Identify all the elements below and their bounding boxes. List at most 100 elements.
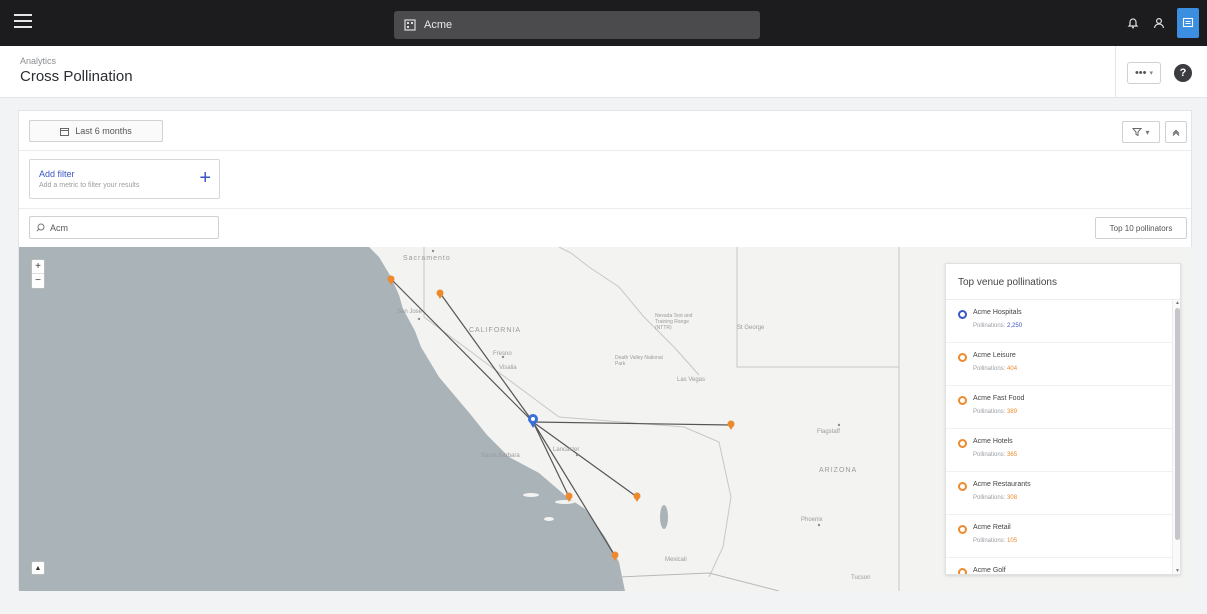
zoom-control: + −: [31, 259, 45, 289]
venue-name: Acme Golf: [973, 567, 1006, 574]
venue-item[interactable]: Acme Hotels Pollinations: 365: [946, 429, 1172, 472]
top-pollinators-button[interactable]: Top 10 pollinators: [1095, 217, 1187, 239]
map-label-arizona: ARIZONA: [819, 467, 858, 474]
venue-name: Acme Hospitals: [973, 309, 1022, 316]
zoom-out-button[interactable]: −: [32, 274, 44, 288]
filter-row: Add filter Add a metric to filter your r…: [19, 151, 1191, 209]
organization-selector[interactable]: Acme: [394, 11, 760, 39]
venue-ring-icon: [958, 310, 967, 319]
map-pin: [727, 420, 735, 430]
venue-item[interactable]: Acme Retail Pollinations: 105: [946, 515, 1172, 558]
menu-icon[interactable]: [14, 14, 32, 32]
map-label-fresno: Fresno: [493, 351, 512, 357]
panel-scrollbar[interactable]: ▲ ▼: [1172, 300, 1180, 574]
venue-stat-label: Pollinations:: [973, 538, 1006, 544]
more-label: •••: [1134, 67, 1147, 79]
venue-count: 308: [1007, 495, 1018, 501]
venue-ring-icon: [958, 482, 967, 491]
map-label-phoenix: Phoenix: [801, 517, 823, 523]
search-value: Acm: [50, 222, 68, 233]
venue-count: 105: [1007, 538, 1018, 544]
plus-icon: +: [199, 167, 211, 189]
venue-ring-icon: [958, 568, 967, 574]
salton-lake: [660, 505, 668, 529]
date-toolbar: Last 6 months ▾: [19, 111, 1191, 151]
calendar-icon: [60, 127, 70, 136]
header-divider: [1115, 46, 1116, 98]
date-range-button[interactable]: Last 6 months: [29, 120, 163, 142]
venue-item[interactable]: Acme Hospitals Pollinations: 2,250: [946, 300, 1172, 343]
venue-count: 2,250: [1007, 323, 1023, 329]
island: [523, 493, 539, 497]
map-label-death-valley: Death Valley National Park: [615, 355, 663, 367]
venue-item[interactable]: Acme Golf: [946, 558, 1172, 574]
island: [544, 517, 554, 521]
venue-item[interactable]: Acme Leisure Pollinations: 404: [946, 343, 1172, 386]
map-label-sacramento: Sacramento: [403, 255, 451, 262]
venue-item[interactable]: Acme Fast Food Pollinations: 389: [946, 386, 1172, 429]
filter-icon: [1132, 128, 1143, 137]
map-pin: [436, 289, 444, 299]
venue-item[interactable]: Acme Restaurants Pollinations: 308: [946, 472, 1172, 515]
top-venues-panel: Top venue pollinations Acme Hospitals Po…: [945, 263, 1181, 575]
search-icon: [36, 223, 45, 232]
map-label-flagstaff: Flagstaff: [817, 429, 840, 435]
page-header: Analytics Cross Pollination ••• ▾ ?: [0, 46, 1207, 98]
venue-stat-label: Pollinations:: [973, 409, 1006, 415]
user-icon[interactable]: [1151, 15, 1167, 31]
help-icon[interactable]: ?: [1174, 64, 1192, 82]
map-label-tucson: Tucson: [851, 575, 871, 581]
map-pin: [633, 492, 641, 502]
state-border: [618, 572, 780, 591]
organization-name: Acme: [424, 19, 453, 31]
venue-stat-label: Pollinations:: [973, 323, 1006, 329]
zoom-in-button[interactable]: +: [32, 260, 44, 274]
venue-name: Acme Leisure: [973, 352, 1016, 359]
venue-stat-label: Pollinations:: [973, 366, 1006, 372]
map-label-san-jose: San Jose: [397, 309, 423, 315]
hub-pin: [528, 414, 538, 428]
filter-toggle-button[interactable]: ▾: [1122, 121, 1160, 143]
map-label-lancaster: Lancaster: [553, 447, 580, 453]
breadcrumb[interactable]: Analytics: [20, 56, 56, 66]
state-border: [736, 247, 899, 368]
scroll-down-icon[interactable]: ▼: [1175, 568, 1180, 574]
chat-icon[interactable]: [1177, 8, 1199, 38]
bell-icon[interactable]: [1125, 15, 1141, 31]
chevron-up-icon: [1172, 129, 1180, 136]
venue-stat-label: Pollinations:: [973, 452, 1006, 458]
venue-list: Acme Hospitals Pollinations: 2,250 Acme …: [946, 300, 1172, 574]
page-title: Cross Pollination: [20, 68, 133, 85]
locate-icon[interactable]: ▲: [31, 561, 45, 575]
date-range-label: Last 6 months: [75, 126, 132, 136]
venue-count: 404: [1007, 366, 1018, 372]
pollination-map[interactable]: Sacramento CALIFORNIA San Jose Fresno Vi…: [19, 247, 1193, 591]
map-label-visalia: Visalia: [499, 365, 517, 371]
add-filter-subtitle: Add a metric to filter your results: [39, 182, 140, 189]
scrollbar-thumb[interactable]: [1175, 308, 1180, 540]
map-label-santa-barbara: Santa Barbara: [481, 453, 520, 459]
venue-name: Acme Retail: [973, 524, 1011, 531]
scroll-up-icon[interactable]: ▲: [1175, 300, 1180, 306]
chevron-down-icon: ▾: [1145, 127, 1150, 137]
add-filter-title: Add filter: [39, 169, 75, 179]
venue-name: Acme Fast Food: [973, 395, 1025, 402]
venue-search-input[interactable]: Acm: [29, 216, 219, 239]
map-label-st-george: St George: [737, 325, 765, 331]
venue-ring-icon: [958, 396, 967, 405]
panel-title: Top venue pollinations: [946, 264, 1180, 300]
add-filter-button[interactable]: Add filter Add a metric to filter your r…: [29, 159, 220, 199]
venue-name: Acme Restaurants: [973, 481, 1031, 488]
venue-name: Acme Hotels: [973, 438, 1013, 445]
more-actions-button[interactable]: ••• ▾: [1127, 62, 1161, 84]
building-icon: [404, 19, 416, 31]
venue-count: 389: [1007, 409, 1018, 415]
map-label-california: CALIFORNIA: [469, 327, 522, 334]
main-card: Last 6 months ▾ Add filter Add a metric …: [18, 110, 1193, 591]
top-navbar: Acme: [0, 0, 1207, 46]
map-label-mexicali: Mexicali: [665, 557, 687, 563]
collapse-button[interactable]: [1165, 121, 1187, 143]
island: [555, 500, 575, 504]
chevron-down-icon: ▾: [1149, 70, 1154, 77]
map-label-las-vegas: Las Vegas: [677, 377, 706, 383]
